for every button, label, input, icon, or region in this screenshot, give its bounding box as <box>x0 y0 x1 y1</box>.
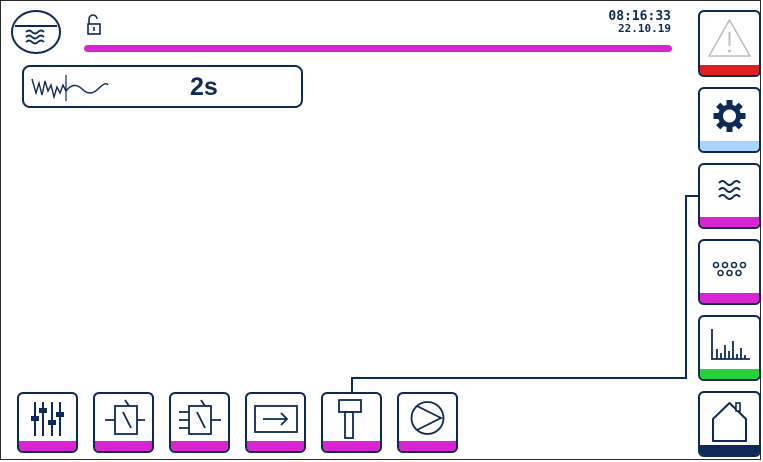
pump-stripe <box>399 441 456 451</box>
unlock-icon[interactable] <box>86 14 104 36</box>
chart-button[interactable] <box>698 315 761 381</box>
alarm-button[interactable] <box>698 10 761 77</box>
waves-stripe <box>700 217 759 227</box>
home-stripe <box>700 445 759 455</box>
alarm-stripe <box>700 65 759 75</box>
settings-stripe <box>700 141 759 151</box>
logo-waves-icon[interactable] <box>11 10 61 54</box>
module-out-button[interactable] <box>169 392 230 453</box>
module-in-stripe <box>95 441 152 451</box>
settings-button[interactable] <box>698 87 761 153</box>
dots-stripe <box>700 293 759 303</box>
module-in-button[interactable] <box>93 392 154 453</box>
sliders-button[interactable] <box>17 392 78 453</box>
clock-date: 22.10.19 <box>618 22 671 35</box>
module-out-stripe <box>171 441 228 451</box>
waves-button[interactable] <box>698 163 761 229</box>
pump-button[interactable] <box>397 392 458 453</box>
probe-stripe <box>323 441 380 451</box>
clock: 08:16:33 22.10.19 <box>608 10 671 35</box>
sliders-stripe <box>19 441 76 451</box>
signal-panel[interactable]: 2s <box>22 65 303 108</box>
arrow-right-button[interactable] <box>245 392 306 453</box>
signal-wave-icon <box>31 75 109 101</box>
home-button[interactable] <box>698 391 761 457</box>
chart-stripe <box>700 369 759 379</box>
progress-bar <box>84 45 672 52</box>
arrow-right-stripe <box>247 441 304 451</box>
probe-button[interactable] <box>321 392 382 453</box>
signal-value: 2s <box>190 73 218 101</box>
dots-button[interactable] <box>698 239 761 305</box>
